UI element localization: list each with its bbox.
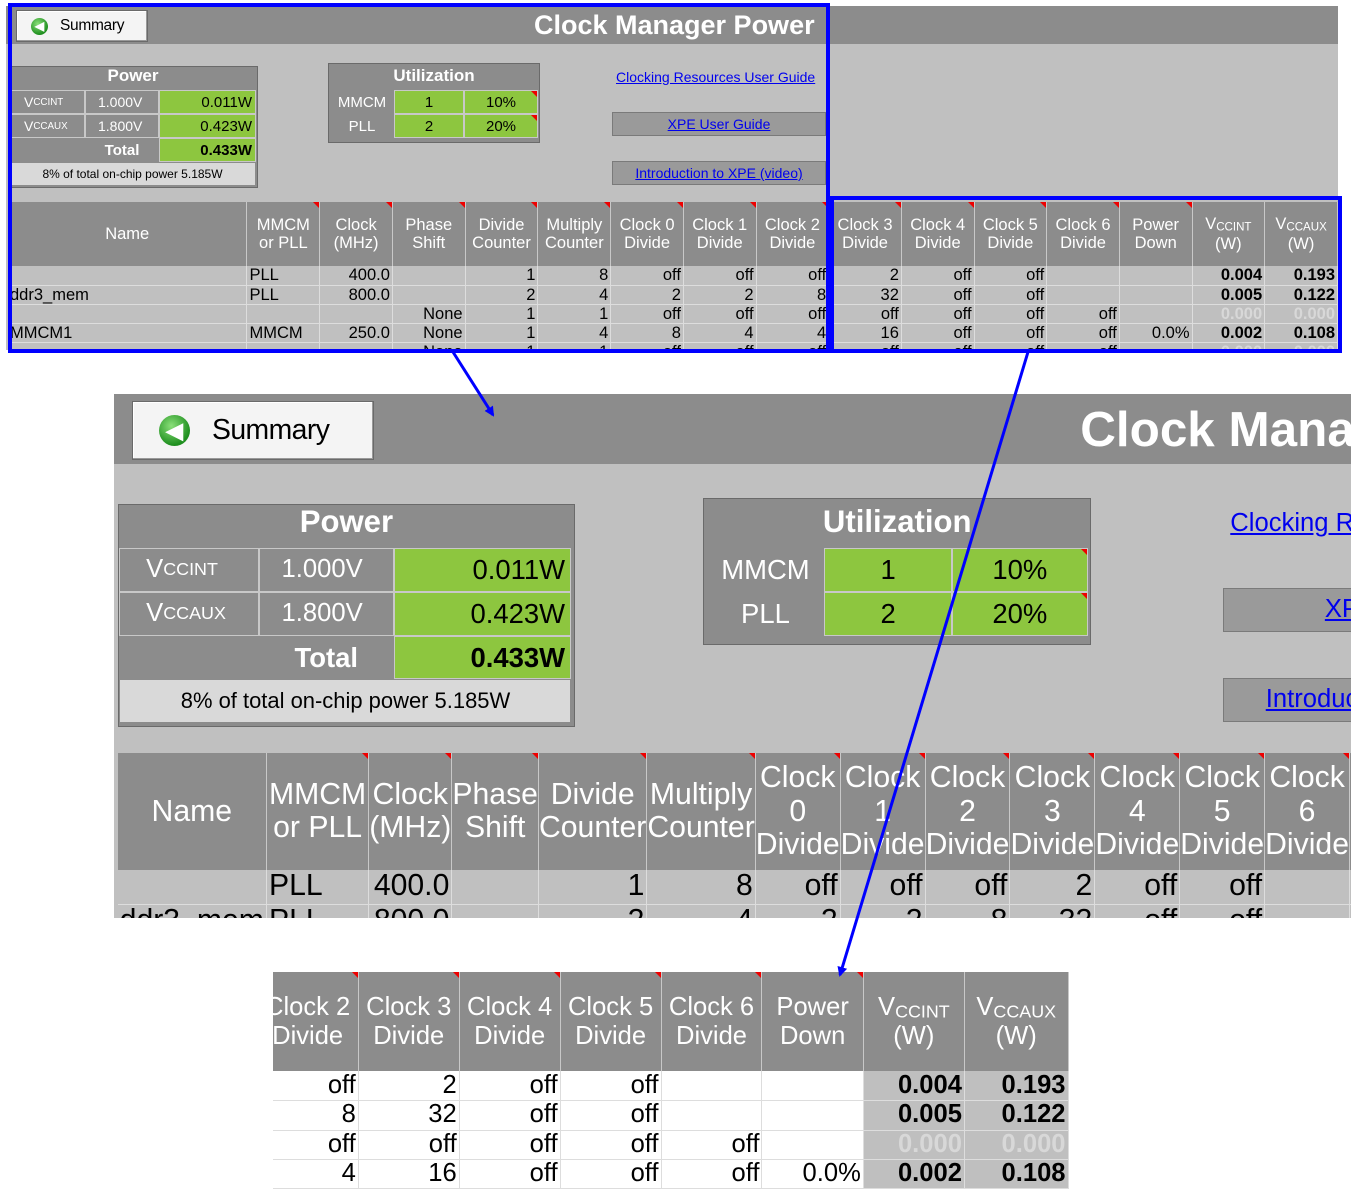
callout-arrows: [451, 351, 1030, 977]
arrow-to-left-zoom: [451, 351, 495, 417]
arrow-to-right-zoom: [837, 351, 1030, 977]
